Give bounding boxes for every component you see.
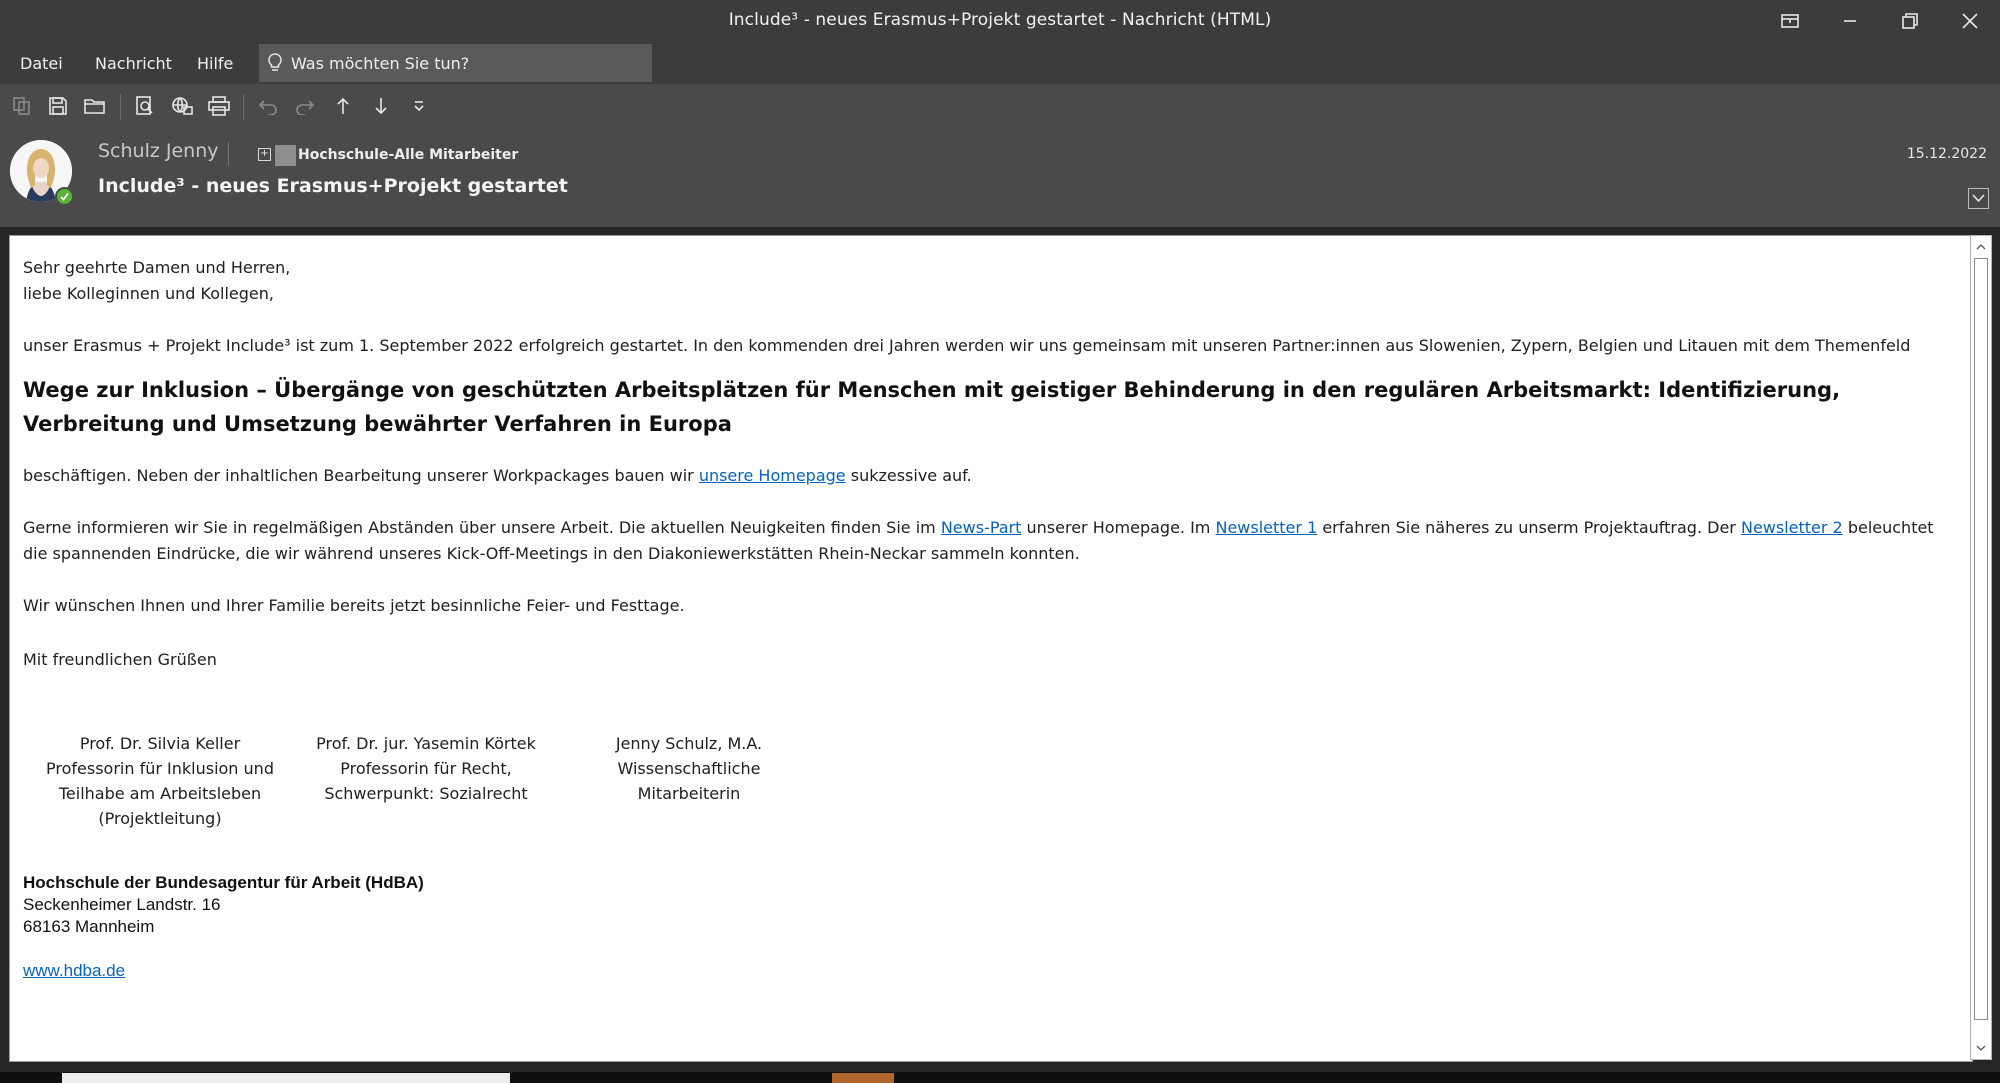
organization-name: Hochschule der Bundesagentur für Arbeit … bbox=[23, 873, 424, 892]
organization-street: Seckenheimer Landstr. 16 bbox=[23, 895, 221, 914]
taskbar-search-box[interactable] bbox=[62, 1073, 510, 1083]
organization-block: Hochschule der Bundesagentur für Arbeit … bbox=[23, 872, 424, 982]
down-arrow-icon[interactable] bbox=[366, 92, 396, 120]
project-title-heading: Wege zur Inklusion – Übergänge von gesch… bbox=[23, 378, 1841, 436]
greeting-line-1: Sehr geehrte Damen und Herren, bbox=[23, 258, 291, 277]
signature-line: Teilhabe am Arbeitsleben bbox=[58, 784, 262, 803]
taskbar-active-app[interactable] bbox=[832, 1073, 894, 1083]
message-date: 15.12.2022 bbox=[1906, 146, 1987, 162]
signature-line: Mitarbeiterin bbox=[637, 784, 741, 803]
message-content: Sehr geehrte Damen und Herren, liebe Kol… bbox=[23, 255, 1953, 673]
customize-icon[interactable] bbox=[404, 92, 434, 120]
toolbar-separator bbox=[120, 94, 121, 120]
ribbon-display-options-icon[interactable] bbox=[1762, 0, 1818, 42]
globe-print-icon[interactable] bbox=[167, 92, 197, 120]
close-button[interactable] bbox=[1942, 0, 1998, 42]
news-part-link[interactable]: News-Part bbox=[941, 518, 1022, 537]
signature-line: (Projektleitung) bbox=[98, 809, 222, 828]
organization-city: 68163 Mannheim bbox=[23, 917, 155, 936]
scroll-up-icon[interactable] bbox=[1971, 238, 1991, 256]
paragraph-text: sukzessive auf. bbox=[845, 466, 972, 485]
redo-icon[interactable] bbox=[290, 92, 320, 120]
signature-line: Jenny Schulz, M.A. bbox=[615, 734, 763, 753]
contact-card-icon bbox=[275, 145, 296, 166]
paragraph-wishes: Wir wünschen Ihnen und Ihrer Familie ber… bbox=[23, 596, 685, 615]
greeting-line-2: liebe Kolleginnen und Kollegen, bbox=[23, 284, 274, 303]
expand-header-button[interactable] bbox=[1968, 188, 1989, 209]
quick-access-toolbar bbox=[0, 84, 2000, 128]
signature-line: Professorin für Recht, bbox=[340, 759, 512, 778]
lightbulb-icon bbox=[268, 53, 282, 71]
signature-line: Prof. Dr. Silvia Keller bbox=[79, 734, 241, 753]
paragraph-text: beschäftigen. Neben der inhaltlichen Bea… bbox=[23, 466, 699, 485]
header-separator bbox=[228, 142, 229, 166]
newsletter-1-link[interactable]: Newsletter 1 bbox=[1215, 518, 1317, 537]
up-arrow-icon[interactable] bbox=[328, 92, 358, 120]
save-icon[interactable] bbox=[43, 92, 73, 120]
restore-button[interactable] bbox=[1882, 0, 1938, 42]
recipient-name[interactable]: Hochschule-Alle Mitarbeiter bbox=[298, 147, 518, 163]
toolbar-separator bbox=[243, 94, 244, 120]
folder-icon[interactable] bbox=[80, 92, 110, 120]
paragraph-homepage: beschäftigen. Neben der inhaltlichen Bea… bbox=[23, 463, 1953, 489]
menu-hilfe[interactable]: Hilfe bbox=[197, 54, 233, 73]
signature-keller: Prof. Dr. Silvia Keller Professorin für … bbox=[30, 731, 290, 831]
presence-available-icon bbox=[55, 187, 74, 206]
scroll-down-icon[interactable] bbox=[1971, 1039, 1991, 1057]
window-title: Include³ - neues Erasmus+Projekt gestart… bbox=[728, 10, 1272, 30]
signature-line: Prof. Dr. jur. Yasemin Körtek bbox=[316, 734, 536, 753]
find-icon[interactable] bbox=[130, 92, 160, 120]
message-header: Schulz Jenny + Hochschule-Alle Mitarbeit… bbox=[0, 128, 2000, 227]
signature-line: Schwerpunkt: Sozialrecht bbox=[324, 784, 528, 803]
signature-line: Professorin für Inklusion und bbox=[46, 759, 274, 778]
signature-schulz: Jenny Schulz, M.A. Wissenschaftliche Mit… bbox=[579, 731, 799, 806]
website-link[interactable]: www.hdba.de bbox=[23, 961, 125, 980]
sender-name[interactable]: Schulz Jenny bbox=[98, 140, 219, 162]
tell-me-placeholder: Was möchten Sie tun? bbox=[291, 53, 470, 73]
closing-line: Mit freundlichen Grüßen bbox=[23, 650, 217, 669]
copy-icon[interactable] bbox=[7, 92, 37, 120]
paragraph-text: Gerne informieren wir Sie in regelmäßige… bbox=[23, 518, 941, 537]
newsletter-2-link[interactable]: Newsletter 2 bbox=[1741, 518, 1843, 537]
minimize-button[interactable] bbox=[1822, 0, 1878, 42]
undo-icon[interactable] bbox=[253, 92, 283, 120]
paragraph-text: unserer Homepage. Im bbox=[1021, 518, 1216, 537]
signature-koertek: Prof. Dr. jur. Yasemin Körtek Professori… bbox=[296, 731, 556, 806]
print-icon[interactable] bbox=[204, 92, 234, 120]
expand-group-icon[interactable]: + bbox=[258, 148, 271, 161]
paragraph-news: Gerne informieren wir Sie in regelmäßige… bbox=[23, 515, 1953, 567]
menu-nachricht[interactable]: Nachricht bbox=[95, 54, 172, 73]
scroll-thumb[interactable] bbox=[1974, 258, 1988, 1020]
paragraph-text: erfahren Sie näheres zu unserm Projektau… bbox=[1317, 518, 1741, 537]
vertical-scrollbar[interactable] bbox=[1970, 235, 1992, 1060]
title-bar: Include³ - neues Erasmus+Projekt gestart… bbox=[0, 0, 2000, 42]
intro-paragraph: unser Erasmus + Projekt Include³ ist zum… bbox=[23, 336, 1911, 355]
chevron-down-icon bbox=[1972, 194, 1985, 203]
menu-datei[interactable]: Datei bbox=[20, 54, 63, 73]
tell-me-search[interactable]: Was möchten Sie tun? bbox=[259, 44, 652, 82]
signature-line: Wissenschaftliche bbox=[617, 759, 761, 778]
homepage-link[interactable]: unsere Homepage bbox=[699, 466, 846, 485]
message-subject: Include³ - neues Erasmus+Projekt gestart… bbox=[98, 175, 568, 197]
